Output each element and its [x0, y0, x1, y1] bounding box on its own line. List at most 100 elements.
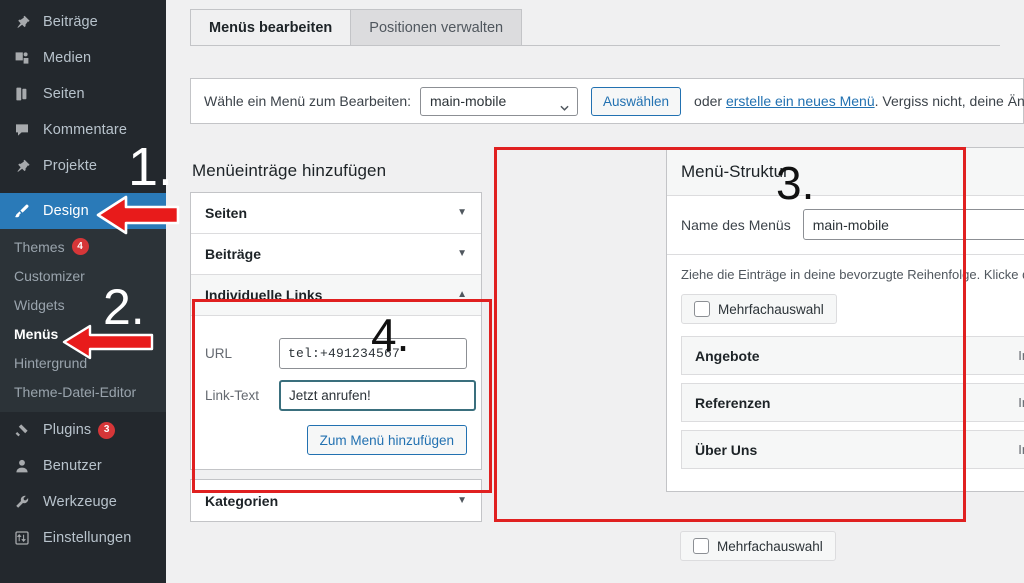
add-menu-items-heading: Menüeinträge hinzufügen — [192, 161, 387, 180]
screenshot-root: Beiträge Medien Seiten Kommentare Projek… — [0, 0, 1024, 583]
sidebar-subitem-label: Theme-Datei-Editor — [14, 383, 137, 400]
accordion-label: Individuelle Links — [205, 287, 323, 303]
sidebar-item-projekte[interactable]: Projekte — [0, 148, 166, 184]
linktext-field-row: Link-Text — [205, 380, 476, 411]
menu-item-meta: Individueller Link ▼ — [1018, 395, 1024, 410]
bulk-select-toggle-bottom-wrapper: Mehrfachauswahl — [680, 531, 836, 561]
sidebar-item-label: Design — [43, 203, 89, 219]
sidebar-subitem-label: Hintergrund — [14, 354, 88, 371]
settings-icon — [11, 528, 33, 548]
menu-item-row[interactable]: Angebote Individueller Link ▼ — [681, 336, 1024, 375]
sidebar-subitem-themes[interactable]: Themes 4 — [0, 232, 166, 261]
sidebar-subitem-label: Menüs — [14, 325, 59, 342]
pin-icon — [11, 12, 33, 32]
sidebar-item-label: Medien — [43, 50, 92, 66]
menu-bar-hint: oder erstelle ein neues Menü. Vergiss ni… — [694, 93, 1024, 109]
menu-item-title: Referenzen — [695, 394, 771, 411]
menu-structure-title: Menü-Struktur — [667, 148, 1024, 196]
menu-structure-panel: Menü-Struktur Name des Menüs Ziehe die E… — [666, 147, 1024, 492]
accordion-individuelle-links[interactable]: Individuelle Links ▲ — [191, 275, 481, 316]
sidebar-subitem-menues[interactable]: Menüs — [0, 319, 166, 348]
accordion-label: Seiten — [205, 205, 248, 221]
sidebar-subitem-label: Customizer — [14, 267, 85, 284]
sidebar-item-einstellungen[interactable]: Einstellungen — [0, 520, 166, 556]
linktext-label: Link-Text — [205, 388, 260, 403]
accordion-kategorien[interactable]: Kategorien ▼ — [191, 480, 481, 521]
linktext-input[interactable] — [279, 380, 476, 411]
sidebar-subitem-hintergrund[interactable]: Hintergrund — [0, 348, 166, 377]
sidebar-item-benutzer[interactable]: Benutzer — [0, 448, 166, 484]
sidebar-divider — [0, 184, 166, 193]
sidebar-item-kommentare[interactable]: Kommentare — [0, 112, 166, 148]
add-to-menu-button[interactable]: Zum Menü hinzufügen — [306, 425, 467, 455]
brush-icon — [11, 201, 33, 221]
categories-accordion: Kategorien ▼ — [190, 479, 482, 522]
sidebar-item-label: Beiträge — [43, 14, 98, 30]
pin-icon — [11, 156, 33, 176]
create-new-menu-link[interactable]: erstelle ein neues Menü — [726, 93, 875, 109]
menu-item-title: Über Uns — [695, 441, 758, 458]
tab-bar-underline — [190, 45, 1000, 46]
sidebar-item-medien[interactable]: Medien — [0, 40, 166, 76]
checkbox-icon[interactable] — [694, 301, 710, 317]
admin-sidebar: Beiträge Medien Seiten Kommentare Projek… — [0, 0, 166, 583]
menu-item-row[interactable]: Referenzen Individueller Link ▼ — [681, 383, 1024, 422]
sidebar-subitem-label: Themes — [14, 238, 65, 255]
bulk-select-toggle[interactable]: Mehrfachauswahl — [681, 294, 837, 324]
media-icon — [11, 48, 33, 68]
tab-menues-bearbeiten[interactable]: Menüs bearbeiten — [190, 9, 352, 45]
menu-item-type: Individueller Link — [1018, 395, 1024, 410]
themes-update-badge: 4 — [71, 238, 89, 255]
accordion-label: Beiträge — [205, 246, 262, 262]
menu-name-input[interactable] — [802, 209, 1024, 240]
chevron-down-icon: ▼ — [457, 248, 467, 259]
menu-bar-hint-prefix: oder — [694, 93, 726, 109]
sidebar-item-label: Benutzer — [43, 458, 102, 474]
sidebar-item-plugins[interactable]: Plugins 3 — [0, 412, 166, 448]
sidebar-item-seiten[interactable]: Seiten — [0, 76, 166, 112]
menu-select[interactable]: main-mobile — [420, 86, 578, 116]
sidebar-item-label: Plugins — [43, 422, 92, 438]
select-menu-button[interactable]: Auswählen — [591, 86, 682, 116]
url-field-row: URL — [205, 338, 467, 369]
sidebar-item-label: Werkzeuge — [43, 494, 117, 510]
accordion-seiten[interactable]: Seiten ▼ — [191, 193, 481, 234]
menu-name-row: Name des Menüs — [667, 196, 1024, 255]
plugins-update-badge: 3 — [98, 421, 116, 439]
menu-item-type: Individueller Link — [1018, 348, 1024, 363]
sidebar-item-beitraege[interactable]: Beiträge — [0, 4, 166, 40]
wrench-icon — [11, 492, 33, 512]
sidebar-item-label: Einstellungen — [43, 530, 132, 546]
menu-items-list: Angebote Individueller Link ▼ Referenzen… — [681, 336, 1024, 469]
sidebar-subitem-customizer[interactable]: Customizer — [0, 261, 166, 290]
menu-bar-hint-suffix: . Vergiss nicht, deine Änderunge — [874, 93, 1024, 109]
sidebar-item-design[interactable]: Design — [0, 193, 166, 229]
checkbox-icon[interactable] — [693, 538, 709, 554]
menu-item-type: Individueller Link — [1018, 442, 1024, 457]
sidebar-subitem-widgets[interactable]: Widgets — [0, 290, 166, 319]
bulk-select-label: Mehrfachauswahl — [717, 538, 823, 554]
menu-select-bar: Wähle ein Menü zum Bearbeiten: main-mobi… — [190, 78, 1024, 124]
bulk-select-label: Mehrfachauswahl — [718, 301, 824, 317]
sidebar-item-label: Seiten — [43, 86, 85, 102]
tab-positionen-verwalten[interactable]: Positionen verwalten — [350, 9, 523, 45]
bulk-select-toggle-bottom[interactable]: Mehrfachauswahl — [680, 531, 836, 561]
sidebar-top-group: Beiträge Medien Seiten Kommentare Projek… — [0, 0, 166, 556]
menu-structure-column: Menü-Struktur Name des Menüs Ziehe die E… — [666, 147, 1024, 492]
menu-name-label: Name des Menüs — [681, 216, 791, 233]
url-input[interactable] — [279, 338, 467, 369]
menu-select-wrapper: main-mobile — [420, 86, 578, 116]
chevron-up-icon: ▲ — [457, 289, 467, 300]
sidebar-item-label: Kommentare — [43, 122, 128, 138]
chevron-down-icon: ▼ — [457, 207, 467, 218]
url-label: URL — [205, 346, 233, 361]
main-content: Menüs bearbeiten Positionen verwalten Wä… — [166, 0, 1024, 583]
custom-links-body: URL Link-Text Zum Menü hinzufügen — [191, 316, 481, 469]
menu-item-row[interactable]: Über Uns Individueller Link ▼ — [681, 430, 1024, 469]
accordion-beitraege[interactable]: Beiträge ▼ — [191, 234, 481, 275]
sidebar-item-werkzeuge[interactable]: Werkzeuge — [0, 484, 166, 520]
user-icon — [11, 456, 33, 476]
menu-item-meta: Individueller Link ▼ — [1018, 442, 1024, 457]
sidebar-subitem-theme-datei-editor[interactable]: Theme-Datei-Editor — [0, 377, 166, 406]
plug-icon — [11, 420, 33, 440]
